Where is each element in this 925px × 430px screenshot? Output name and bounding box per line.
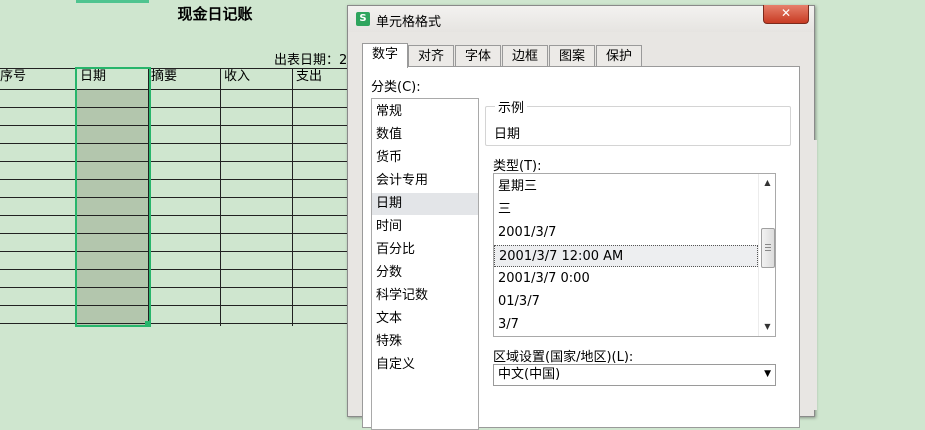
dialog-resize-edge (813, 140, 817, 410)
grid-line (0, 251, 348, 252)
grid-line (0, 269, 348, 270)
type-label: 类型(T): (493, 159, 542, 174)
category-item-number[interactable]: 数值 (372, 124, 478, 146)
sample-label: 示例 (495, 97, 528, 116)
category-item-accounting[interactable]: 会计专用 (372, 170, 478, 192)
category-item-time[interactable]: 时间 (372, 216, 478, 238)
locale-value: 中文(中国) (498, 367, 561, 382)
header-cell-summary[interactable]: 摘要 (151, 68, 177, 86)
grip-line (765, 244, 771, 245)
grid-line (0, 179, 348, 180)
tab-border[interactable]: 边框 (502, 45, 548, 67)
selection-border (75, 67, 151, 327)
category-item-percentage[interactable]: 百分比 (372, 239, 478, 261)
tab-alignment[interactable]: 对齐 (408, 45, 454, 67)
sample-value: 日期 (494, 127, 521, 142)
category-item-fraction[interactable]: 分数 (372, 262, 478, 284)
category-label: 分类(C): (371, 80, 421, 95)
type-item[interactable]: 星期三 (494, 176, 758, 198)
category-list[interactable]: 常规 数值 货币 会计专用 日期 时间 百分比 分数 科学记数 文本 特殊 自定… (371, 98, 479, 430)
format-cells-dialog: S 单元格格式 ✕ 数字 对齐 字体 边框 图案 保护 分类(C): 常规 数值… (347, 5, 815, 430)
grid-line (0, 323, 348, 324)
tab-font[interactable]: 字体 (455, 45, 501, 67)
number-tab-panel: 分类(C): 常规 数值 货币 会计专用 日期 时间 百分比 分数 科学记数 文… (362, 66, 800, 430)
grid-line (0, 143, 348, 144)
grid-line (0, 215, 348, 216)
locale-label: 区域设置(国家/地区)(L): (493, 350, 634, 365)
type-item[interactable]: 三 (494, 199, 758, 221)
close-button[interactable]: ✕ (763, 5, 809, 24)
chevron-down-icon[interactable]: ▼ (764, 365, 771, 384)
up-arrow-icon[interactable]: ▲ (759, 176, 775, 190)
type-list[interactable]: 星期三 三 2001/3/7 2001/3/7 12:00 AM 2001/3/… (493, 173, 776, 337)
type-item[interactable]: 2001/3/7 (494, 222, 758, 244)
report-date-label: 出表日期：2 (274, 53, 348, 68)
type-item[interactable]: 2001/3/7 0:00 (494, 268, 758, 290)
type-item[interactable]: 01/3/7 (494, 291, 758, 313)
locale-dropdown[interactable]: 中文(中国) ▼ (493, 364, 776, 386)
header-cell-index[interactable]: 序号 (0, 68, 26, 86)
tab-number[interactable]: 数字 (362, 43, 408, 68)
sample-groupbox (485, 106, 791, 146)
grid-line (0, 287, 348, 288)
grip-line (765, 247, 771, 248)
grip-line (765, 250, 771, 251)
dialog-title: 单元格格式 (376, 15, 442, 30)
fill-handle[interactable] (145, 321, 150, 326)
grid-line (0, 68, 348, 69)
grid-line (0, 233, 348, 234)
header-cell-income[interactable]: 收入 (224, 68, 250, 86)
type-list-scrollbar[interactable]: ▲ ▼ (758, 174, 775, 336)
down-arrow-icon[interactable]: ▼ (759, 320, 775, 334)
header-cell-expense[interactable]: 支出 (296, 68, 322, 86)
sheet-title: 现金日记账 (177, 5, 253, 23)
scroll-thumb[interactable] (761, 228, 775, 268)
grid-line (0, 197, 348, 198)
type-item-selected[interactable]: 2001/3/7 12:00 AM (494, 245, 758, 267)
tab-protection[interactable]: 保护 (596, 45, 642, 67)
grid-line (0, 305, 348, 306)
close-icon: ✕ (780, 6, 792, 20)
category-item-custom[interactable]: 自定义 (372, 354, 478, 376)
tab-pattern[interactable]: 图案 (549, 45, 595, 67)
category-item-date[interactable]: 日期 (372, 193, 478, 215)
category-item-scientific[interactable]: 科学记数 (372, 285, 478, 307)
category-item-currency[interactable]: 货币 (372, 147, 478, 169)
grid-line (0, 89, 348, 90)
type-item[interactable]: 3/7 (494, 314, 758, 336)
app-logo-icon: S (356, 12, 370, 26)
grid-line (0, 125, 348, 126)
category-item-special[interactable]: 特殊 (372, 331, 478, 353)
grid-line (0, 107, 348, 108)
category-item-general[interactable]: 常规 (372, 101, 478, 123)
grid-line (0, 161, 348, 162)
column-selection-strip (76, 0, 149, 3)
category-item-text[interactable]: 文本 (372, 308, 478, 330)
ledger-grid[interactable]: 序号 日期 摘要 收入 支出 (0, 68, 348, 326)
dialog-titlebar[interactable]: S 单元格格式 ✕ (348, 5, 814, 32)
